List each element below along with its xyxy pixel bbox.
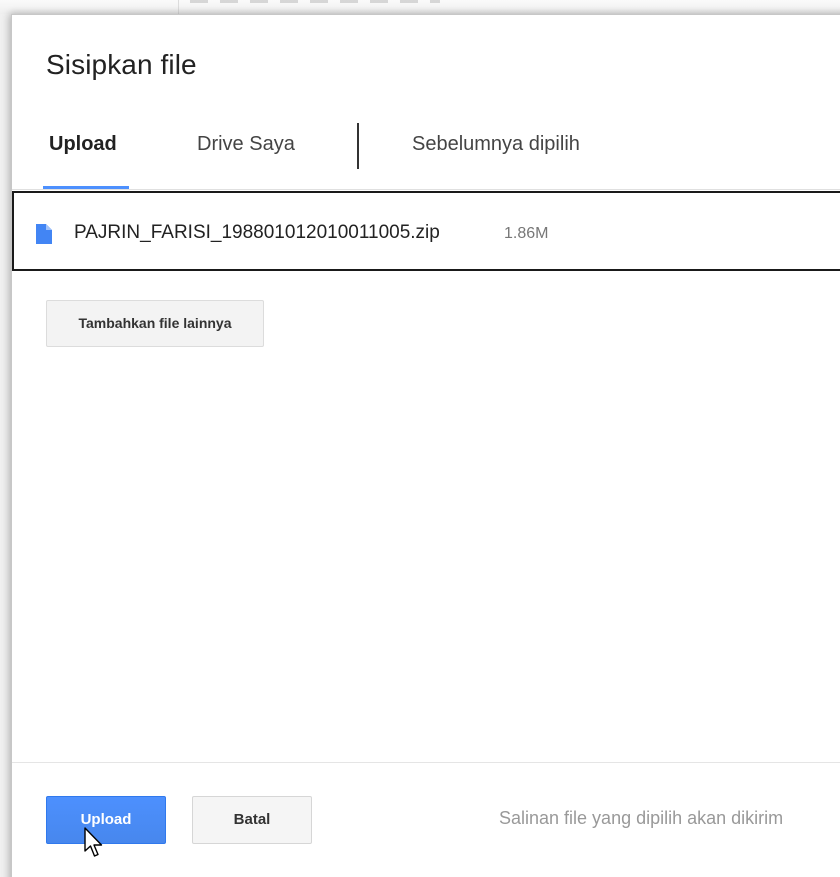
tab-my-drive[interactable]: Drive Saya (197, 133, 295, 156)
mouse-pointer-icon (84, 827, 106, 861)
background-divider (178, 0, 179, 14)
selected-file-row[interactable]: PAJRIN_FARISI_198801012010011005.zip 1.8… (12, 191, 840, 271)
add-more-files-button[interactable]: Tambahkan file lainnya (46, 300, 264, 347)
file-icon (36, 224, 52, 244)
tab-separator (357, 123, 359, 169)
tab-upload[interactable]: Upload (49, 133, 117, 156)
footer-note: Salinan file yang dipilih akan dikirim (499, 808, 784, 828)
insert-file-dialog: Sisipkan file Upload Drive Saya Sebelumn… (11, 14, 840, 877)
background-window-strip (0, 0, 840, 14)
footer-divider (12, 762, 840, 763)
upload-button[interactable]: Upload (46, 796, 166, 844)
file-size: 1.86M (504, 225, 549, 242)
tab-bar-border (12, 189, 840, 190)
tab-previously-selected[interactable]: Sebelumnya dipilih (412, 133, 580, 156)
screen: Sisipkan file Upload Drive Saya Sebelumn… (0, 0, 840, 877)
file-name: PAJRIN_FARISI_198801012010011005.zip (74, 222, 440, 243)
background-text-fragment (190, 0, 440, 3)
tab-bar: Upload Drive Saya Sebelumnya dipilih (12, 115, 840, 190)
dialog-title: Sisipkan file (46, 49, 197, 80)
cancel-button[interactable]: Batal (192, 796, 312, 844)
